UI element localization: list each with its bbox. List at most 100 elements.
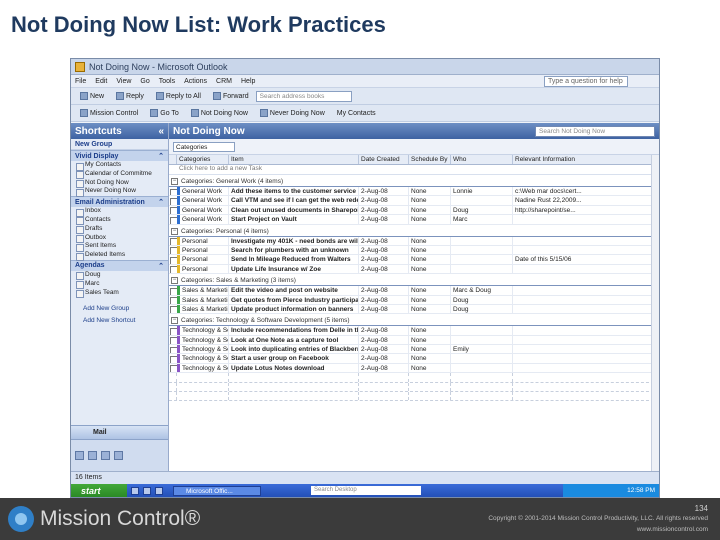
address-book-search[interactable]: Search address books [255, 90, 352, 102]
nav-group-vivid-display[interactable]: Vivid Display ⌃ [71, 150, 168, 161]
add-new-shortcut-link[interactable]: Add New Shortcut [71, 315, 168, 327]
view-search-input[interactable]: Search Not Doing Now [535, 125, 655, 137]
task-subject: Add these items to the customer service … [229, 187, 359, 196]
nav-item-calendar[interactable]: Calendar of Commitme [71, 170, 168, 180]
menu-crm[interactable]: CRM [216, 78, 232, 85]
menu-help[interactable]: Help [241, 78, 255, 85]
category-group-header[interactable]: − Categories: Sales & Marketing (3 items) [169, 276, 659, 287]
nav-item-deleted[interactable]: Deleted Items [71, 251, 168, 261]
task-row[interactable]: Sales & MarketingEdit the video and post… [169, 286, 659, 296]
task-who: Doug [451, 295, 513, 304]
add-new-group-link[interactable]: Add New Group [71, 303, 168, 315]
task-relevant-info [513, 245, 659, 255]
nav-item-doug[interactable]: Doug [71, 271, 168, 281]
task-row[interactable]: Personal Investigate my 401K - need bonds… [169, 236, 659, 246]
go-to-button[interactable]: Go To [145, 107, 184, 120]
column-item[interactable]: Item [229, 155, 359, 164]
status-bar: 16 Items [71, 471, 659, 484]
new-button[interactable]: New [75, 90, 109, 103]
menu-tools[interactable]: Tools [159, 78, 175, 85]
not-doing-now-button[interactable]: Not Doing Now [186, 107, 253, 120]
task-row[interactable]: Technology & Softwar...Look at One Note … [169, 335, 659, 346]
start-button[interactable]: start [71, 484, 127, 497]
task-who [451, 255, 513, 264]
vertical-scrollbar[interactable] [651, 155, 659, 471]
arrange-by-select[interactable]: Categories [173, 141, 235, 152]
nav-item-not-doing-now[interactable]: Not Doing Now [71, 179, 168, 188]
quick-launch-icon[interactable] [143, 486, 151, 495]
collapse-group-icon[interactable]: − [171, 227, 178, 235]
menu-go[interactable]: Go [140, 78, 149, 85]
nav-item-my-contacts[interactable]: My Contacts [71, 161, 168, 171]
column-relevant-info[interactable]: Relevant Information [513, 155, 659, 164]
task-row[interactable]: Sales & MarketingGet quotes from Pierce … [169, 295, 659, 305]
menu-actions[interactable]: Actions [184, 78, 207, 85]
nav-item-sent[interactable]: Sent Items [71, 242, 168, 252]
nav-item-sales-team[interactable]: Sales Team [71, 289, 168, 298]
navigation-pane: Shortcuts « New Group Vivid Display ⌃ My C… [71, 123, 169, 471]
quick-launch-icon[interactable] [155, 486, 163, 495]
task-row[interactable]: Technology & Softwar...Update Lotus Note… [169, 363, 659, 374]
nav-item-drafts[interactable]: Drafts [71, 225, 168, 235]
never-doing-now-button[interactable]: Never Doing Now [255, 107, 330, 120]
help-search-input[interactable]: Type a question for help [544, 75, 628, 87]
mail-button[interactable]: Mail [71, 425, 168, 439]
empty-cell [177, 392, 229, 401]
slide-footer: Mission Control® 134 Copyright © 2001-20… [0, 498, 720, 540]
column-who[interactable]: Who [451, 155, 513, 164]
icon-column[interactable] [169, 155, 177, 164]
mission-control-button[interactable]: Mission Control [75, 107, 143, 120]
nav-item-inbox[interactable]: Inbox [71, 207, 168, 217]
category-group-header[interactable]: − Categories: General Work (4 items) [169, 177, 659, 187]
forward-button[interactable]: Forward [208, 90, 254, 103]
taskbar-outlook-button[interactable]: Microsoft Offic... [173, 485, 261, 496]
task-relevant-info: c:\Web mar docs\cert... [513, 187, 659, 196]
new-group-link[interactable]: New Group [71, 139, 168, 150]
column-schedule-by[interactable]: Schedule By [409, 155, 451, 164]
empty-cell [513, 392, 659, 401]
task-row[interactable]: Personal Search for plumbers with an unkn… [169, 245, 659, 256]
task-row[interactable]: General Work Clean out unused documents i… [169, 205, 659, 216]
mail-icon[interactable] [75, 451, 84, 460]
task-row[interactable]: Personal Update Life Insurance w/ Zoe 2-Au… [169, 264, 659, 275]
my-contacts-button[interactable]: My Contacts [332, 107, 381, 120]
task-row[interactable]: Technology & Softwar...Look into duplica… [169, 345, 659, 355]
task-subject: Include recommendations from Delle in th… [229, 326, 359, 335]
nav-group-email-admin[interactable]: Email Administration ⌃ [71, 196, 168, 208]
menu-view[interactable]: View [116, 78, 131, 85]
reply-all-button[interactable]: Reply to All [151, 90, 206, 103]
category-group-header[interactable]: − Categories: Technology & Software Devel… [169, 316, 659, 327]
task-row[interactable]: Technology & Softwar...Include recommend… [169, 326, 659, 336]
task-row[interactable]: General Work Start Project on Vault 2-Aug-… [169, 215, 659, 225]
nav-item-marc[interactable]: Marc [71, 280, 168, 290]
task-row[interactable]: Sales & MarketingUpdate product informat… [169, 304, 659, 315]
collapse-group-icon[interactable]: − [171, 317, 178, 325]
task-checkbox-icon [169, 265, 177, 274]
task-row[interactable]: General Work Add these items to the custo… [169, 187, 659, 197]
task-date-created: 2-Aug-08 [359, 245, 409, 255]
collapse-icon[interactable]: « [158, 126, 164, 137]
contacts-icon[interactable] [101, 451, 110, 460]
category-group-header[interactable]: − Categories: Personal (4 items) [169, 227, 659, 237]
task-row[interactable]: Personal Send In Mileage Reduced from Wal… [169, 255, 659, 265]
collapse-group-icon[interactable]: − [171, 277, 178, 285]
column-date-created[interactable]: Date Created [359, 155, 409, 164]
nav-item-contacts[interactable]: Contacts [71, 216, 168, 226]
collapse-group-icon[interactable]: − [171, 178, 178, 185]
task-category: Technology & Softwar... [177, 326, 229, 335]
nav-group-agendas[interactable]: Agendas ⌃ [71, 259, 168, 271]
menu-edit[interactable]: Edit [95, 78, 107, 85]
nav-item-outbox[interactable]: Outbox [71, 234, 168, 243]
task-who [451, 264, 513, 274]
reply-button[interactable]: Reply [111, 90, 149, 103]
task-row[interactable]: Technology & Softwar...Start a user grou… [169, 354, 659, 364]
nav-item-never-doing-now[interactable]: Never Doing Now [71, 187, 168, 197]
task-row[interactable]: General Work Call VTM and see if I can ge… [169, 196, 659, 206]
quick-launch-icon[interactable] [131, 486, 139, 495]
menu-file[interactable]: File [75, 78, 86, 85]
calendar-icon[interactable] [88, 451, 97, 460]
column-categories[interactable]: Categories [177, 155, 229, 164]
new-item-row[interactable]: Click here to add a new Task [169, 165, 659, 175]
desktop-search-input[interactable]: Search Desktop [311, 486, 421, 495]
tasks-icon[interactable] [114, 451, 123, 460]
